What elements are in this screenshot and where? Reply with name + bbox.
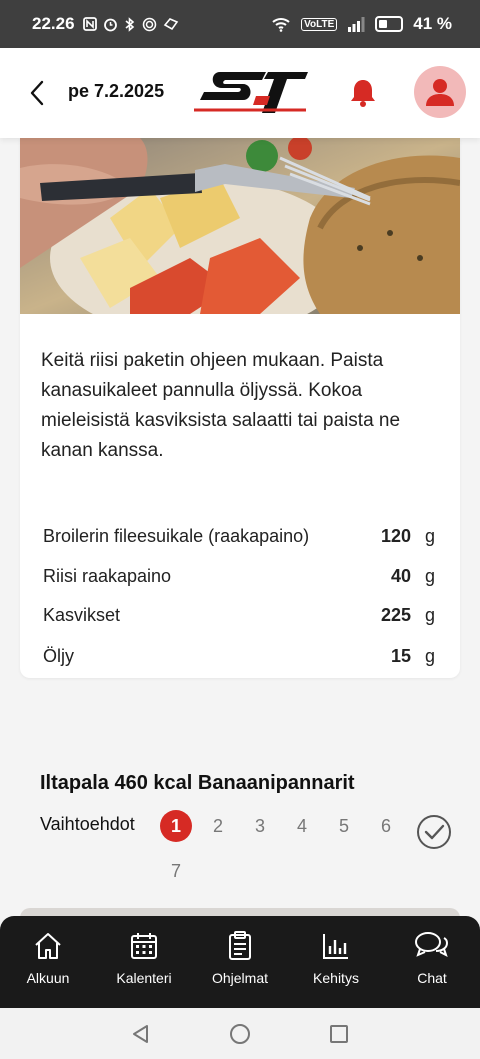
ingredient-name: Kasvikset: [43, 605, 121, 625]
current-date[interactable]: pe 7.2.2025: [68, 81, 164, 102]
ingredient-name: Öljy: [43, 646, 74, 666]
status-bar: 22.26 VoLTE 41 %: [0, 0, 480, 48]
nav-label: Ohjelmat: [211, 970, 269, 986]
snack-title: Iltapala 460 kcal Banaanipannarit: [40, 772, 355, 794]
meal-photo: [20, 138, 460, 314]
nav-item-kalenteri[interactable]: Kalenteri: [99, 930, 189, 986]
user-icon: [426, 79, 454, 106]
nav-item-chat[interactable]: Chat: [387, 930, 477, 986]
option-4-button[interactable]: 4: [286, 810, 318, 842]
ingredient-name: Broilerin fileesuikale (raakapaino): [43, 526, 310, 546]
ingredient-unit: g: [424, 526, 435, 546]
check-circle-icon[interactable]: [416, 814, 452, 850]
status-icons-right: VoLTE 41 %: [271, 14, 452, 34]
home-icon: [35, 933, 61, 959]
chevron-left-icon: [30, 80, 44, 106]
ingredient-row: Öljy 15 g: [43, 646, 435, 667]
bar-chart-icon: [323, 934, 348, 959]
option-1-button[interactable]: 1: [160, 810, 192, 842]
system-navigation-bar: [0, 1008, 480, 1059]
option-5-button[interactable]: 5: [328, 810, 360, 842]
bottom-navigation: Alkuun Kalenteri Ohjelmat Kehitys Chat: [0, 916, 480, 1008]
nav-label: Chat: [417, 970, 447, 986]
alarm-icon: [103, 18, 117, 31]
data-saver-icon: [163, 18, 178, 31]
bluetooth-icon: [125, 16, 134, 32]
nav-item-alkuun[interactable]: Alkuun: [3, 930, 93, 986]
nav-label: Alkuun: [26, 970, 70, 986]
bell-icon[interactable]: [346, 76, 380, 110]
option-6-button[interactable]: 6: [370, 810, 402, 842]
meal-card: Keitä riisi paketin ohjeen mukaan. Paist…: [20, 138, 460, 678]
meal-instructions: Keitä riisi paketin ohjeen mukaan. Paist…: [41, 350, 401, 461]
ingredient-row: Kasvikset 225 g: [43, 605, 435, 626]
option-2-button[interactable]: 2: [202, 810, 234, 842]
nav-item-ohjelmat[interactable]: Ohjelmat: [195, 930, 285, 986]
hotspot-icon: [142, 17, 156, 31]
user-avatar[interactable]: [414, 66, 466, 118]
battery-icon: [375, 16, 404, 32]
ingredient-row: Riisi raakapaino 40 g: [43, 566, 435, 587]
ingredient-unit: g: [424, 566, 435, 586]
chat-icon: [415, 932, 449, 957]
status-icons-left: [82, 16, 179, 32]
recents-square-icon[interactable]: [328, 1023, 350, 1045]
clipboard-icon: [229, 931, 251, 960]
app-logo: [194, 72, 308, 113]
nav-item-kehitys[interactable]: Kehitys: [291, 930, 381, 986]
volte-icon: VoLTE: [301, 17, 338, 31]
option-7-button[interactable]: 7: [160, 855, 192, 887]
nfc-icon: [82, 17, 97, 31]
ingredient-row: Broilerin fileesuikale (raakapaino) 120 …: [43, 526, 435, 547]
status-time: 22.26: [32, 14, 75, 33]
options-label: Vaihtoehdot: [40, 814, 135, 834]
ingredient-amount: 15: [390, 646, 411, 666]
ingredient-name: Riisi raakapaino: [43, 566, 172, 586]
ingredient-unit: g: [424, 646, 435, 666]
app-header: pe 7.2.2025: [0, 48, 480, 138]
home-circle-icon[interactable]: [228, 1022, 252, 1046]
ingredient-amount: 120: [380, 526, 411, 546]
back-button[interactable]: [22, 76, 52, 110]
battery-percent: 41 %: [413, 14, 452, 33]
signal-icon: [348, 17, 365, 32]
nav-label: Kalenteri: [116, 970, 172, 986]
ingredient-unit: g: [424, 605, 435, 625]
ingredient-amount: 225: [380, 605, 411, 625]
option-3-button[interactable]: 3: [244, 810, 276, 842]
wifi-icon: [272, 18, 290, 32]
ingredient-amount: 40: [390, 566, 411, 586]
calendar-icon: [131, 933, 157, 959]
back-triangle-icon[interactable]: [130, 1023, 152, 1045]
nav-label: Kehitys: [313, 970, 359, 986]
